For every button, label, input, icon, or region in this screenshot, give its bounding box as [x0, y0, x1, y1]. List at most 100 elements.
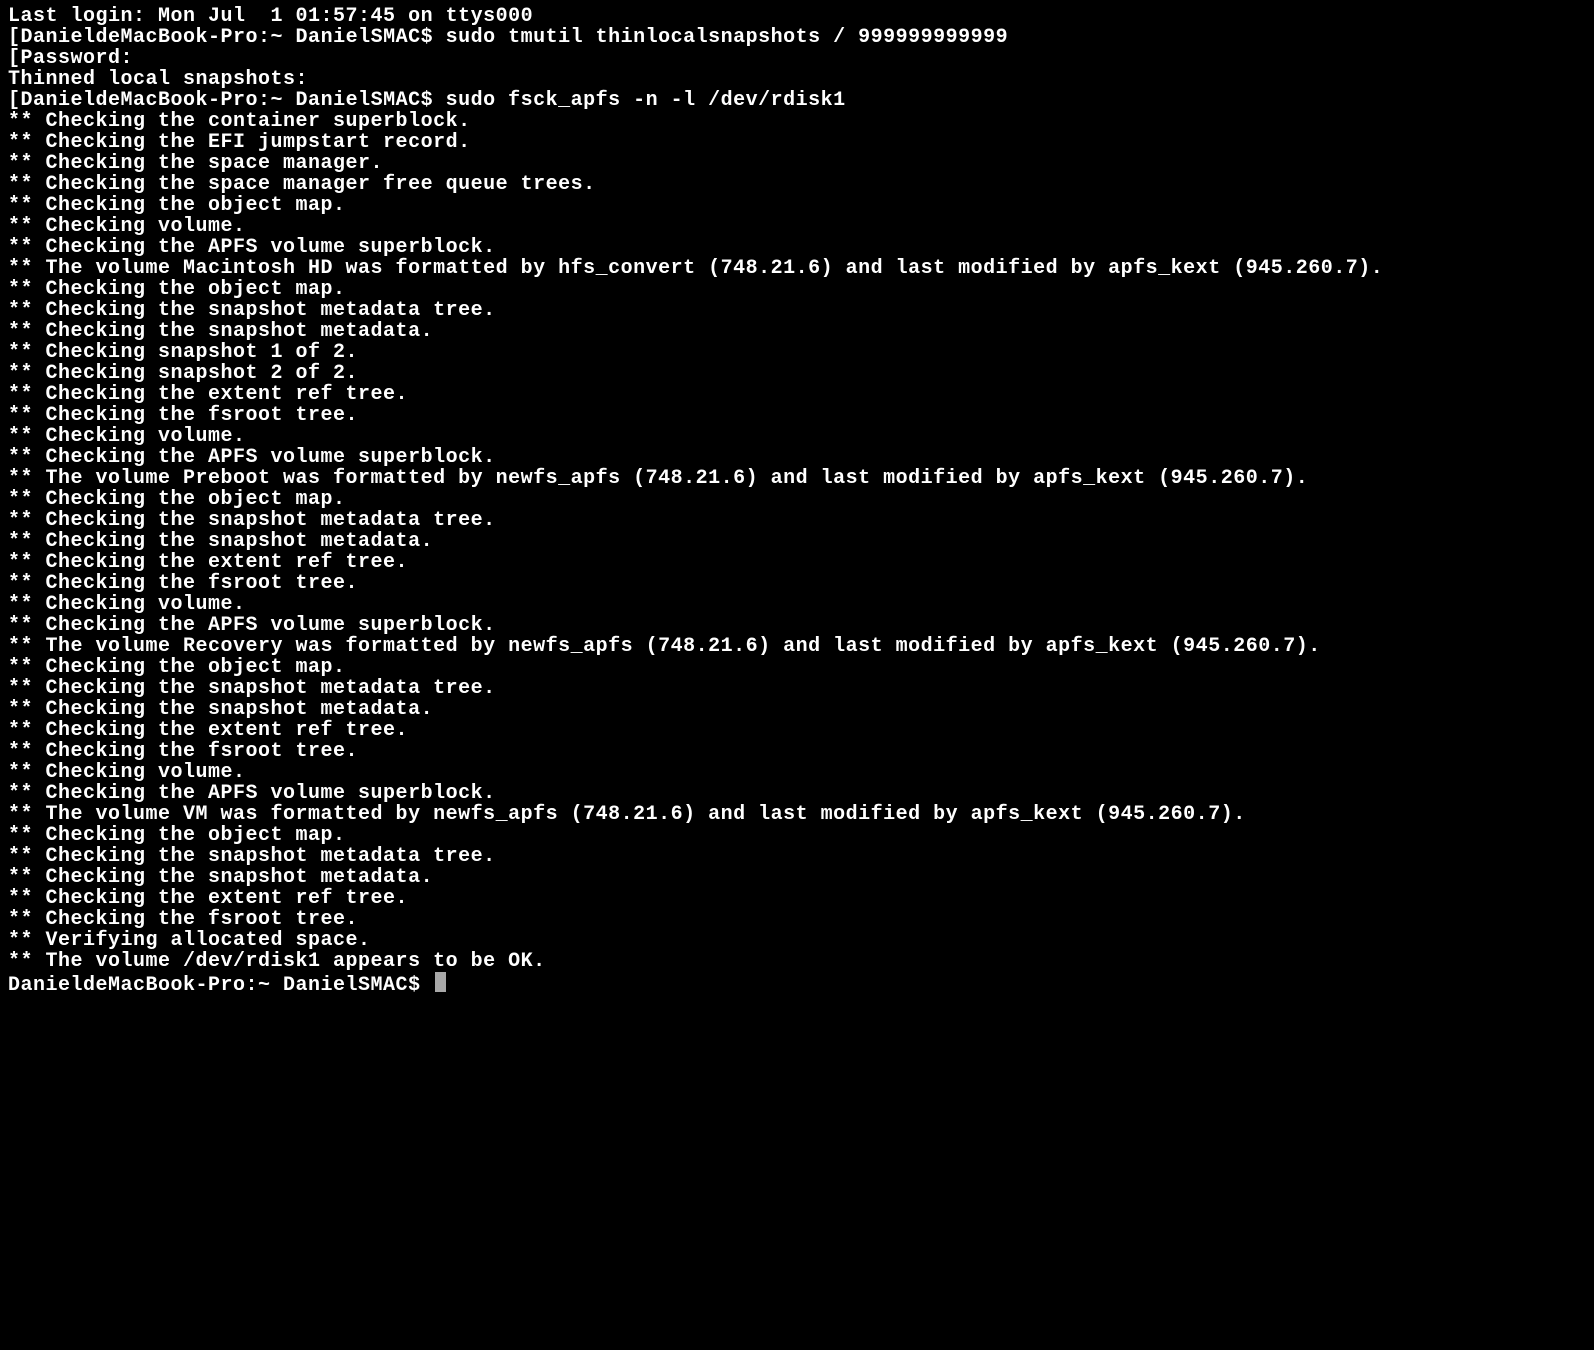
output-line: ** Checking the container superblock.	[8, 111, 1586, 132]
output-line: ** Checking the space manager free queue…	[8, 174, 1586, 195]
bracket-glyph: [	[8, 47, 21, 70]
output-text: ** Checking volume.	[8, 593, 246, 616]
output-line: ** Checking the extent ref tree.	[8, 720, 1586, 741]
output-line: ** Checking the APFS volume superblock.	[8, 447, 1586, 468]
output-line: ** The volume /dev/rdisk1 appears to be …	[8, 951, 1586, 972]
output-text: ** Checking snapshot 2 of 2.	[8, 362, 358, 385]
output-text: ** Checking the space manager free queue…	[8, 173, 596, 196]
terminal-window[interactable]: Last login: Mon Jul 1 01:57:45 on ttys00…	[0, 0, 1594, 1004]
output-line: ** Checking the fsroot tree.	[8, 909, 1586, 930]
output-line: ** Checking the snapshot metadata tree.	[8, 846, 1586, 867]
output-line: ** Checking volume.	[8, 216, 1586, 237]
output-text: Last login: Mon Jul 1 01:57:45 on ttys00…	[8, 5, 533, 28]
shell-prompt: DanieldeMacBook-Pro:~ DanielSMAC$	[8, 974, 433, 997]
output-text: ** Checking the APFS volume superblock.	[8, 782, 496, 805]
output-line: ** Checking the snapshot metadata.	[8, 699, 1586, 720]
output-text: ** Checking volume.	[8, 215, 246, 238]
output-text: ** Checking the snapshot metadata.	[8, 530, 433, 553]
output-text: ** Checking the fsroot tree.	[8, 572, 358, 595]
output-text: ** The volume Preboot was formatted by n…	[8, 467, 1308, 490]
output-text: ** Checking the snapshot metadata.	[8, 698, 433, 721]
block-cursor-icon	[435, 972, 446, 992]
output-line: ** Checking the extent ref tree.	[8, 888, 1586, 909]
output-text: ** Checking the snapshot metadata tree.	[8, 677, 496, 700]
output-line: ** Checking the snapshot metadata.	[8, 321, 1586, 342]
output-line: ** Checking the snapshot metadata tree.	[8, 510, 1586, 531]
output-line: ** Verifying allocated space.	[8, 930, 1586, 951]
output-text: ** Verifying allocated space.	[8, 929, 371, 952]
output-line: Thinned local snapshots:	[8, 69, 1586, 90]
output-line: ** Checking volume.	[8, 426, 1586, 447]
output-line: ** Checking the snapshot metadata.	[8, 867, 1586, 888]
output-line: ** Checking the APFS volume superblock.	[8, 615, 1586, 636]
output-text: Thinned local snapshots:	[8, 68, 308, 91]
output-line: ** Checking the APFS volume superblock.	[8, 237, 1586, 258]
output-line: ** Checking the space manager.	[8, 153, 1586, 174]
output-text: ** The volume VM was formatted by newfs_…	[8, 803, 1246, 826]
output-text: ** The volume /dev/rdisk1 appears to be …	[8, 950, 546, 973]
output-text: ** Checking the EFI jumpstart record.	[8, 131, 471, 154]
output-line: ** Checking the object map.	[8, 489, 1586, 510]
prompt-line: [DanieldeMacBook-Pro:~ DanielSMAC$ sudo …	[8, 90, 1586, 111]
output-text: ** Checking the APFS volume superblock.	[8, 614, 496, 637]
output-text: ** Checking the extent ref tree.	[8, 719, 408, 742]
output-text: ** Checking the object map.	[8, 488, 346, 511]
output-text: ** Checking the APFS volume superblock.	[8, 236, 496, 259]
output-text: ** Checking the APFS volume superblock.	[8, 446, 496, 469]
output-line: ** Checking the snapshot metadata.	[8, 531, 1586, 552]
output-text: ** Checking the snapshot metadata tree.	[8, 509, 496, 532]
output-text: ** Checking snapshot 1 of 2.	[8, 341, 358, 364]
output-text: Password:	[21, 47, 134, 70]
output-text: ** Checking the fsroot tree.	[8, 404, 358, 427]
output-line: ** Checking the snapshot metadata tree.	[8, 300, 1586, 321]
output-text: ** Checking the fsroot tree.	[8, 908, 358, 931]
output-text: ** Checking the extent ref tree.	[8, 887, 408, 910]
output-text: ** Checking volume.	[8, 425, 246, 448]
output-line: ** Checking the object map.	[8, 657, 1586, 678]
output-line: ** Checking the APFS volume superblock.	[8, 783, 1586, 804]
prompt-line: DanieldeMacBook-Pro:~ DanielSMAC$	[8, 972, 1586, 996]
output-line: [Password:	[8, 48, 1586, 69]
output-line: ** Checking the fsroot tree.	[8, 741, 1586, 762]
bracket-glyph: [	[8, 26, 21, 49]
output-line: ** Checking snapshot 2 of 2.	[8, 363, 1586, 384]
output-text: ** Checking volume.	[8, 761, 246, 784]
output-text: ** Checking the snapshot metadata.	[8, 320, 433, 343]
output-text: ** Checking the snapshot metadata tree.	[8, 845, 496, 868]
output-text: ** Checking the fsroot tree.	[8, 740, 358, 763]
command-text[interactable]: sudo tmutil thinlocalsnapshots / 9999999…	[446, 26, 1009, 49]
output-text: ** Checking the object map.	[8, 194, 346, 217]
output-line: ** The volume VM was formatted by newfs_…	[8, 804, 1586, 825]
output-text: ** The volume Recovery was formatted by …	[8, 635, 1321, 658]
output-line: ** The volume Preboot was formatted by n…	[8, 468, 1586, 489]
output-line: ** Checking the EFI jumpstart record.	[8, 132, 1586, 153]
output-text: ** The volume Macintosh HD was formatted…	[8, 257, 1383, 280]
output-line: ** Checking the object map.	[8, 195, 1586, 216]
output-text: ** Checking the container superblock.	[8, 110, 471, 133]
output-text: ** Checking the object map.	[8, 656, 346, 679]
output-text: ** Checking the space manager.	[8, 152, 383, 175]
output-line: ** The volume Macintosh HD was formatted…	[8, 258, 1586, 279]
output-line: ** Checking volume.	[8, 594, 1586, 615]
shell-prompt: DanieldeMacBook-Pro:~ DanielSMAC$	[21, 26, 446, 49]
output-line: ** Checking the snapshot metadata tree.	[8, 678, 1586, 699]
output-line: ** The volume Recovery was formatted by …	[8, 636, 1586, 657]
output-text: ** Checking the snapshot metadata.	[8, 866, 433, 889]
output-line: ** Checking the extent ref tree.	[8, 552, 1586, 573]
shell-prompt: DanieldeMacBook-Pro:~ DanielSMAC$	[21, 89, 446, 112]
output-text: ** Checking the extent ref tree.	[8, 383, 408, 406]
output-line: ** Checking the fsroot tree.	[8, 405, 1586, 426]
output-text: ** Checking the snapshot metadata tree.	[8, 299, 496, 322]
output-line: ** Checking the object map.	[8, 279, 1586, 300]
output-line: ** Checking snapshot 1 of 2.	[8, 342, 1586, 363]
output-line: ** Checking volume.	[8, 762, 1586, 783]
command-text[interactable]: sudo fsck_apfs -n -l /dev/rdisk1	[446, 89, 846, 112]
output-line: ** Checking the extent ref tree.	[8, 384, 1586, 405]
output-line: Last login: Mon Jul 1 01:57:45 on ttys00…	[8, 6, 1586, 27]
bracket-glyph: [	[8, 89, 21, 112]
output-text: ** Checking the object map.	[8, 278, 346, 301]
prompt-line: [DanieldeMacBook-Pro:~ DanielSMAC$ sudo …	[8, 27, 1586, 48]
output-line: ** Checking the fsroot tree.	[8, 573, 1586, 594]
output-line: ** Checking the object map.	[8, 825, 1586, 846]
output-text: ** Checking the extent ref tree.	[8, 551, 408, 574]
